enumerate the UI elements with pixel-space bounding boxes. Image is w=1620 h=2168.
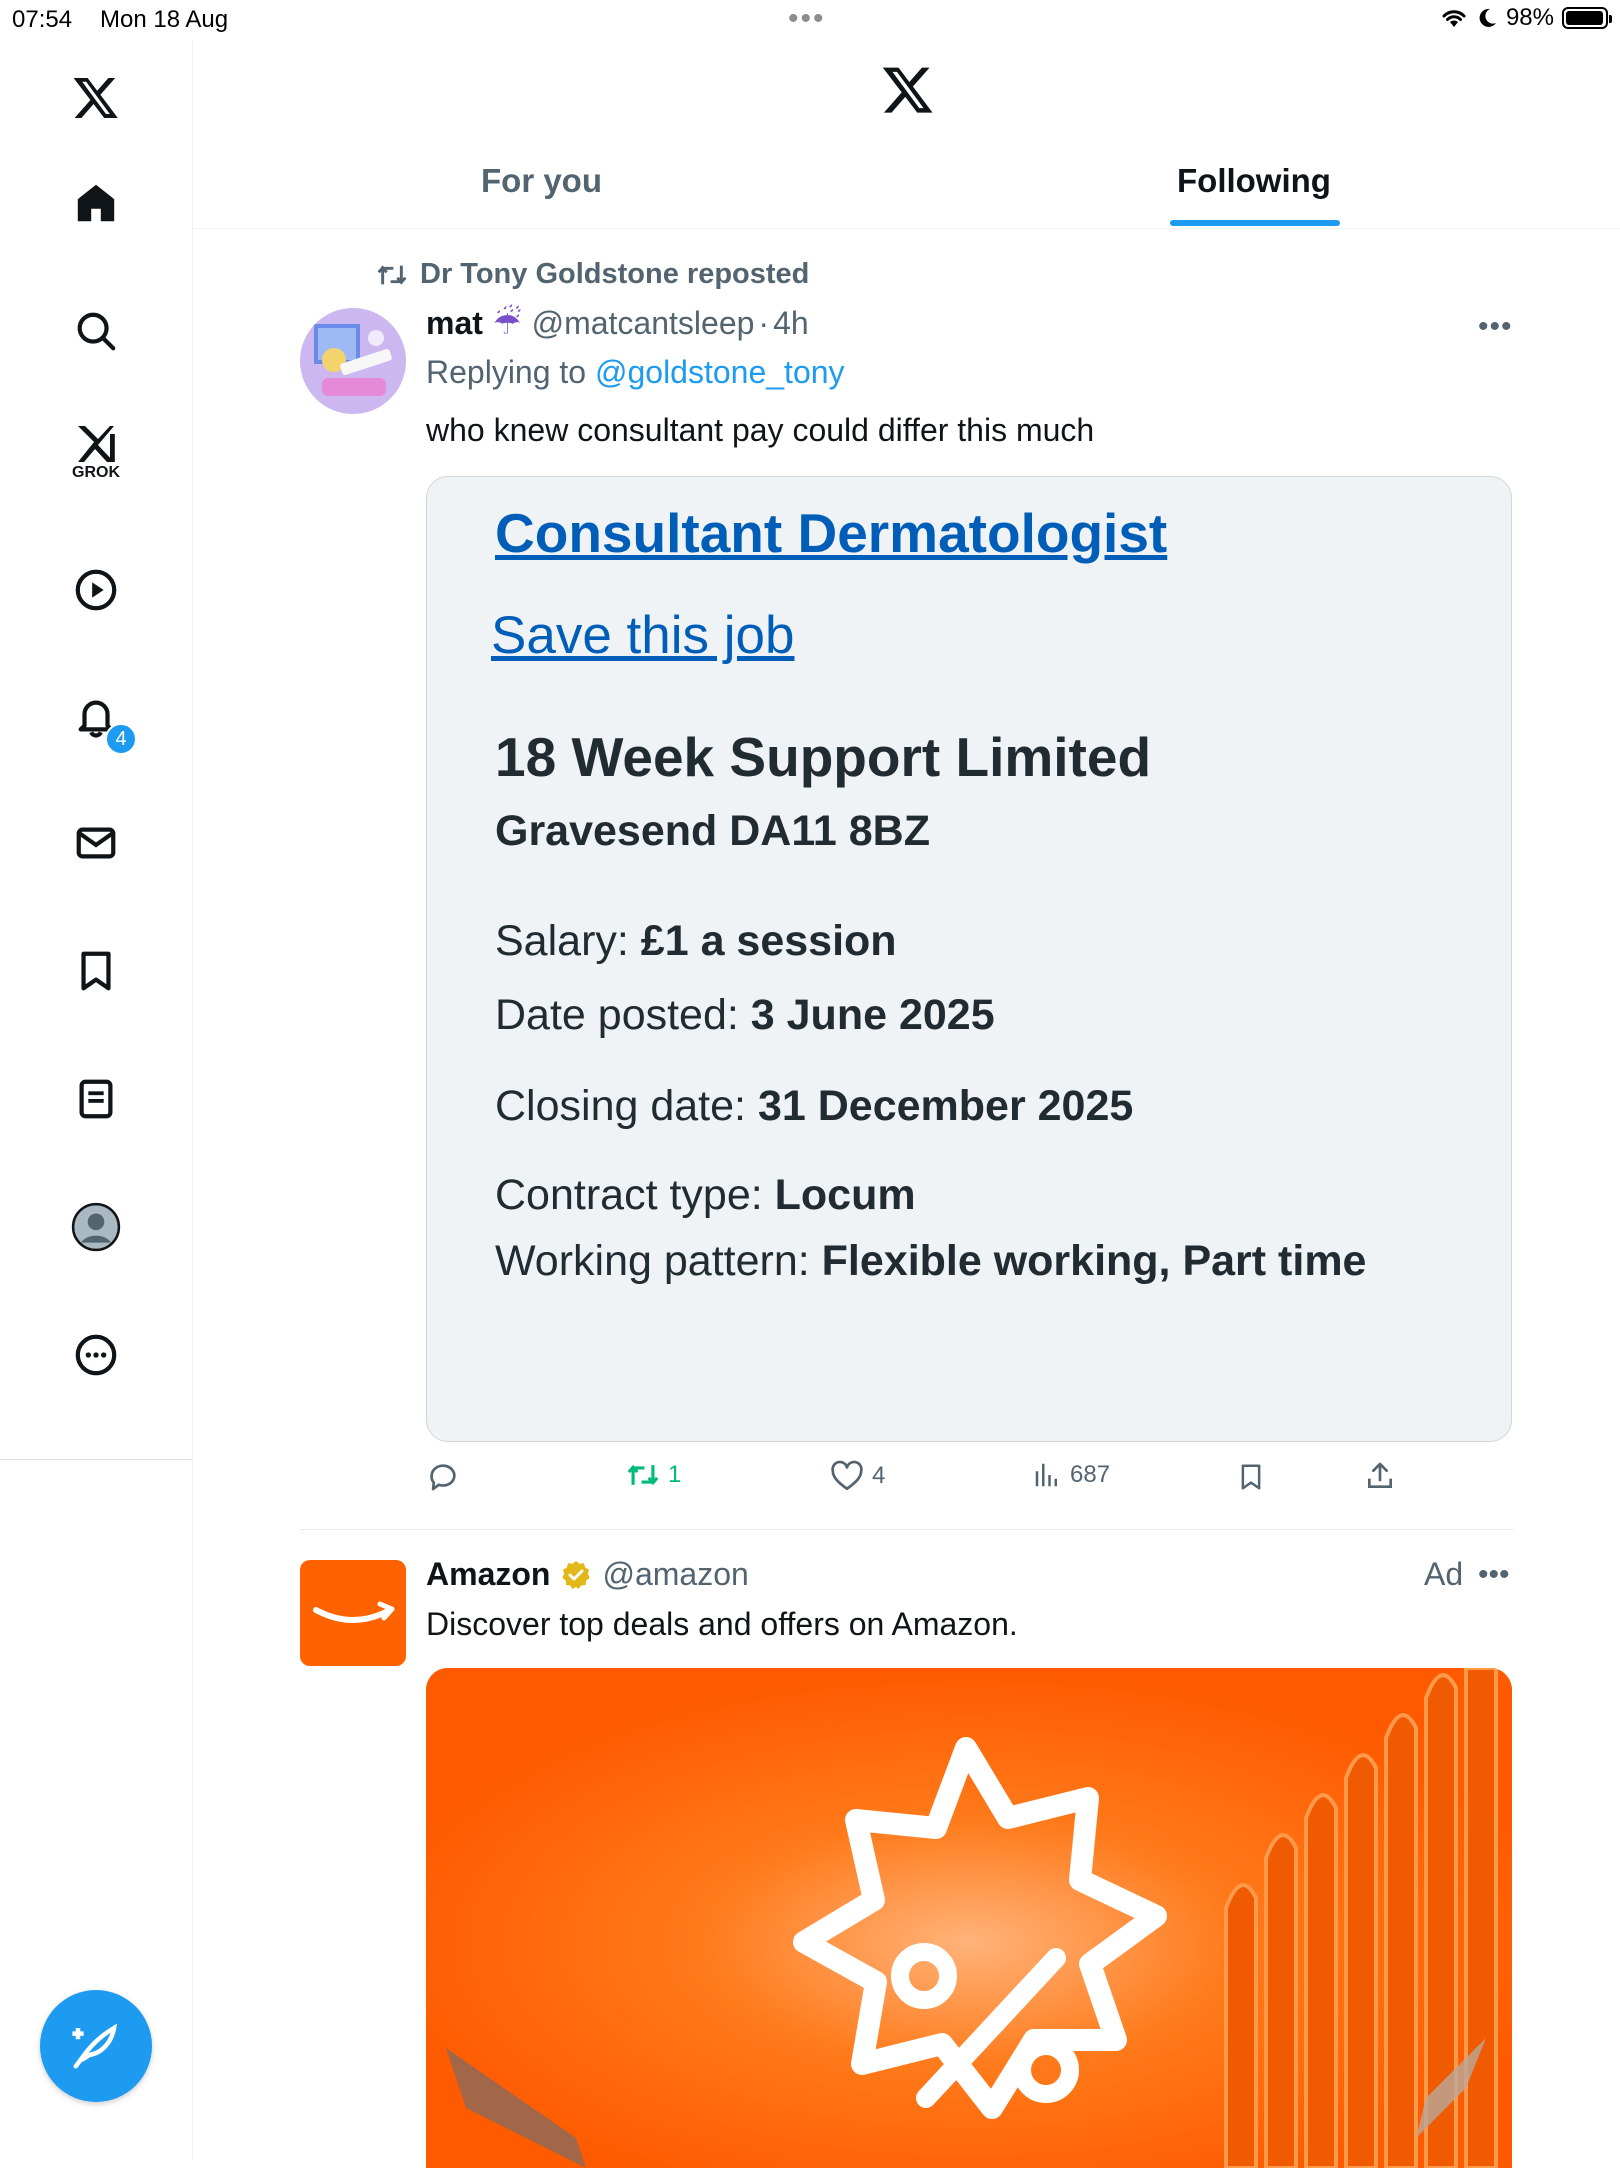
views-button[interactable]: 687 <box>1032 1460 1110 1490</box>
job-title-link: Consultant Dermatologist <box>495 502 1168 564</box>
author-name[interactable]: mat <box>426 305 483 342</box>
views-count: 687 <box>1070 1461 1111 1488</box>
share-icon <box>1368 1462 1392 1488</box>
ad-header: Amazon @amazon <box>426 1556 749 1593</box>
reply-icon <box>430 1464 456 1491</box>
ad-image[interactable] <box>426 1668 1512 2168</box>
meta-separator: · <box>758 304 770 341</box>
repost-count: 1 <box>668 1461 682 1488</box>
ad-handle[interactable]: @amazon <box>602 1556 748 1593</box>
like-count: 4 <box>872 1462 886 1489</box>
date-posted-value: 3 June 2025 <box>750 991 995 1039</box>
salary-row: Salary: £1 a session <box>495 917 897 966</box>
replying-handle-link[interactable]: @goldstone_tony <box>595 354 845 390</box>
verified-gold-badge-icon <box>562 1560 591 1589</box>
author-handle[interactable]: @matcantsleep <box>532 305 755 342</box>
notifications-badge: 4 <box>105 723 137 755</box>
grok-icon[interactable]: GROK <box>64 420 128 484</box>
post-divider <box>300 1529 1513 1530</box>
grok-label: GROK <box>72 464 120 481</box>
post-time[interactable]: 4h <box>773 305 809 342</box>
umbrella-emoji-icon: ☔ <box>492 304 522 342</box>
post-image-card[interactable]: Consultant Dermatologist Save this job 1… <box>426 476 1512 1442</box>
repost-icon <box>377 264 407 285</box>
contract-type-row: Contract type: Locum <box>495 1171 916 1220</box>
x-logo-icon[interactable] <box>64 65 128 129</box>
status-indicators: 98% <box>1440 4 1612 32</box>
compose-feather-icon <box>72 2023 118 2069</box>
reply-button[interactable] <box>426 1460 460 1494</box>
save-job-link: Save this job <box>491 606 795 665</box>
more-icon[interactable] <box>64 1323 128 1387</box>
amazon-smile-logo-icon <box>313 1601 395 1623</box>
battery-icon <box>1562 7 1612 29</box>
mail-icon[interactable] <box>64 811 128 875</box>
working-pattern-row: Working pattern: Flexible working, Part … <box>495 1227 1395 1295</box>
closing-date-label: Closing date: <box>495 1082 746 1130</box>
status-bar: 07:54 Mon 18 Aug ••• 98% <box>0 0 1620 40</box>
battery-percent: 98% <box>1505 4 1554 31</box>
date-posted-row: Date posted: 3 June 2025 <box>495 991 995 1040</box>
post-header: mat ☔ @matcantsleep · 4h <box>426 304 809 342</box>
views-chart-icon <box>1035 1463 1057 1487</box>
repost-button[interactable]: 1 <box>626 1460 681 1490</box>
wifi-icon <box>1442 10 1466 27</box>
home-icon[interactable] <box>64 171 128 235</box>
compose-button[interactable] <box>40 1990 152 2102</box>
bookmark-icon <box>1241 1464 1261 1490</box>
contract-type-label: Contract type: <box>495 1171 763 1219</box>
salary-value: £1 a session <box>640 917 897 965</box>
search-icon[interactable] <box>64 299 128 363</box>
status-date: Mon 18 Aug <box>100 6 229 33</box>
repost-icon <box>627 1464 659 1486</box>
date-posted-label: Date posted: <box>495 991 739 1039</box>
sidebar-divider <box>0 1459 192 1460</box>
salary-label: Salary: <box>495 917 629 965</box>
working-pattern-value: Flexible working, Part time <box>821 1237 1367 1285</box>
heart-icon <box>831 1460 863 1491</box>
contract-type-value: Locum <box>774 1171 916 1219</box>
share-button[interactable] <box>1364 1460 1396 1492</box>
closing-date-value: 31 December 2025 <box>757 1082 1134 1130</box>
tab-for-you[interactable]: For you <box>481 162 602 200</box>
timeline-tabs: For you Following <box>193 150 1620 229</box>
ad-more-icon[interactable]: ••• <box>1478 1558 1510 1592</box>
post-more-icon[interactable]: ••• <box>1478 310 1513 344</box>
repost-indicator[interactable]: Dr Tony Goldstone reposted <box>376 258 809 291</box>
video-icon[interactable] <box>64 558 128 622</box>
ad-label: Ad <box>1424 1556 1464 1592</box>
avatar[interactable] <box>300 308 406 414</box>
like-button[interactable]: 4 <box>830 1460 885 1492</box>
discount-badge-image-icon <box>426 1668 1512 2168</box>
ad-text: Discover top deals and offers on Amazon. <box>426 1606 1018 1642</box>
profile-icon[interactable] <box>64 1195 128 1259</box>
replying-to: Replying to @goldstone_tony <box>426 354 845 391</box>
sidebar: GROK 4 <box>0 40 193 2160</box>
moon-icon <box>1479 8 1496 27</box>
tab-following[interactable]: Following <box>1177 162 1331 200</box>
header-x-logo-icon[interactable] <box>880 62 936 118</box>
active-tab-indicator <box>1170 220 1340 226</box>
employer-name: 18 Week Support Limited <box>495 726 1152 788</box>
job-location: Gravesend DA11 8BZ <box>495 807 930 855</box>
multitasking-dots-icon[interactable]: ••• <box>788 2 826 36</box>
status-time: 07:54 <box>12 6 73 33</box>
closing-date-row: Closing date: 31 December 2025 <box>495 1082 1133 1131</box>
bookmark-button[interactable] <box>1236 1460 1266 1494</box>
ad-author-name[interactable]: Amazon <box>426 1556 550 1593</box>
amazon-avatar[interactable] <box>300 1560 406 1666</box>
post-actions: 1 4 687 <box>426 1460 1516 1508</box>
repost-label: Dr Tony Goldstone reposted <box>420 258 810 290</box>
bookmark-icon[interactable] <box>64 939 128 1003</box>
lists-icon[interactable] <box>64 1067 128 1131</box>
replying-prefix: Replying to <box>426 354 587 390</box>
post-text: who knew consultant pay could differ thi… <box>426 412 1095 448</box>
working-pattern-label: Working pattern: <box>495 1237 810 1285</box>
